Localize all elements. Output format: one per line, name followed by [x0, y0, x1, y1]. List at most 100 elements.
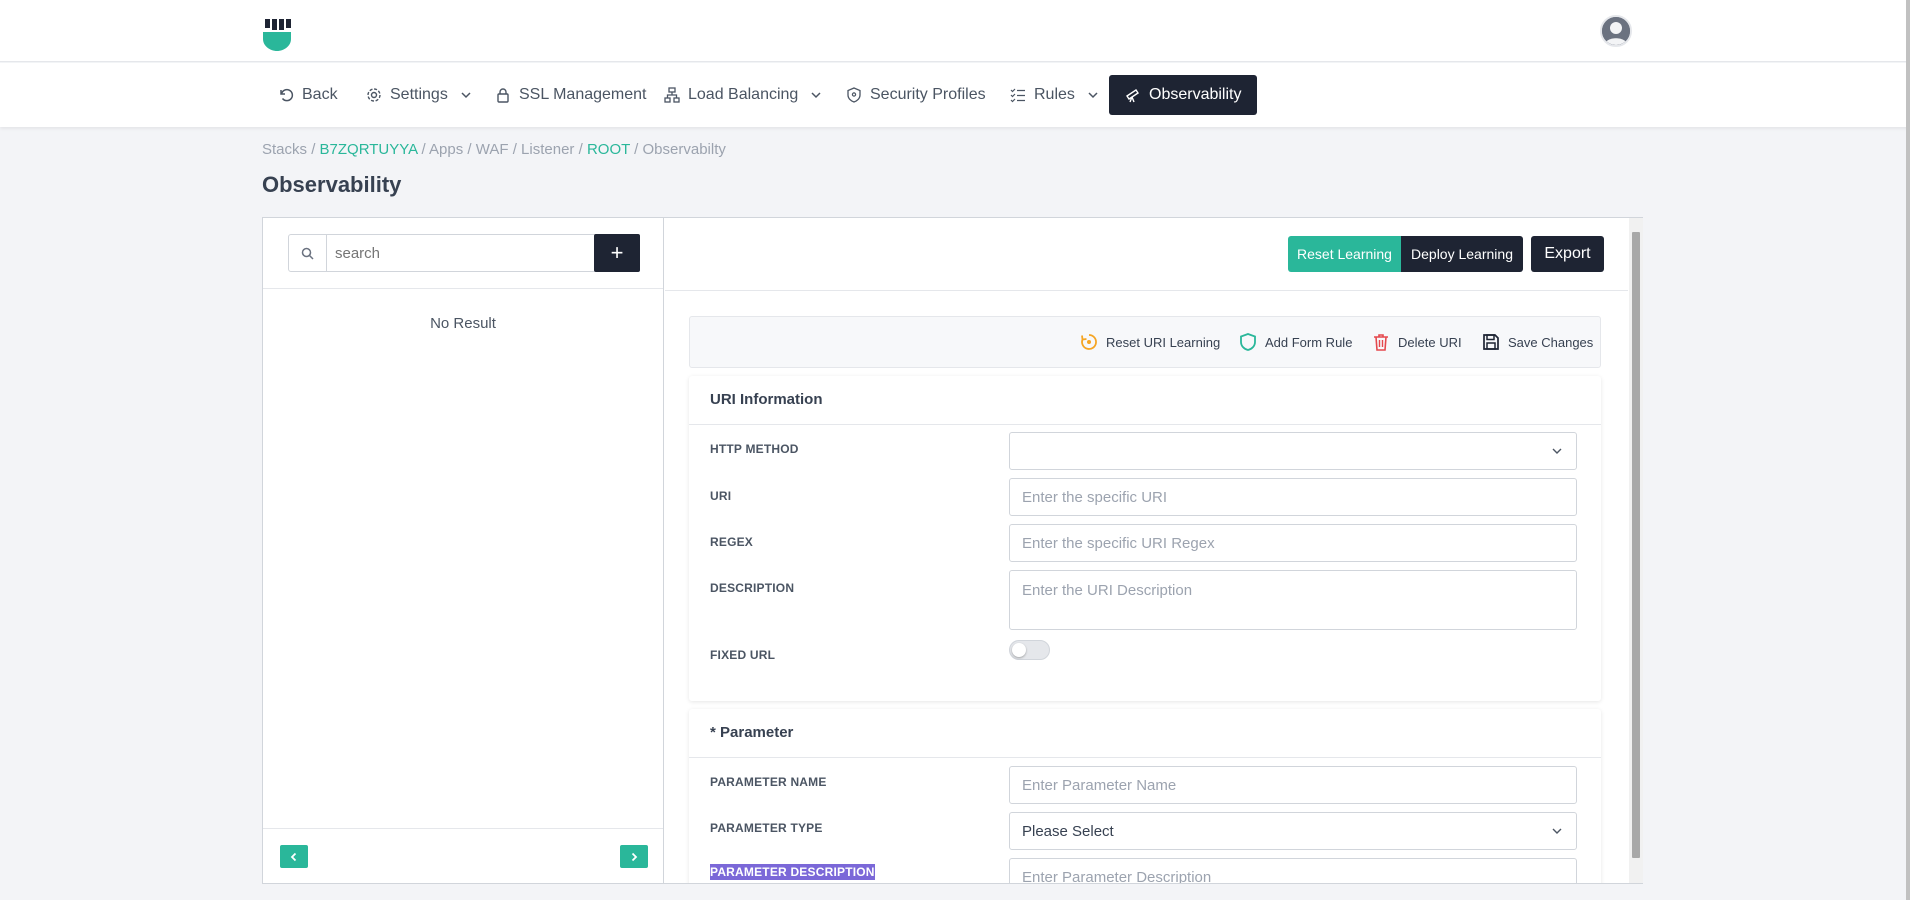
breadcrumb-stacks[interactable]: Stacks [262, 141, 307, 158]
breadcrumb-separator: / [578, 141, 583, 158]
selected-text: PARAMETER DESCRIPTION [710, 864, 875, 880]
breadcrumb-waf[interactable]: WAF [476, 141, 509, 158]
card-title: * Parameter [710, 724, 794, 741]
breadcrumb: Stacks / B7ZQRTUYYA / Apps / WAF / Liste… [262, 141, 726, 158]
divider [689, 424, 1601, 425]
nav-load-balancing-label: Load Balancing [688, 86, 799, 103]
nav-load-balancing[interactable]: Load Balancing [654, 75, 832, 115]
description-label: DESCRIPTION [710, 581, 795, 595]
description-textarea[interactable]: Enter the URI Description [1009, 570, 1577, 630]
breadcrumb-separator: / [512, 141, 517, 158]
breadcrumb-separator: / [467, 141, 472, 158]
chevron-down-icon [1552, 828, 1562, 834]
scroll-thumb[interactable] [1632, 232, 1640, 858]
nav-observability-label: Observability [1149, 86, 1242, 103]
parameter-name-label: PARAMETER NAME [710, 775, 827, 789]
uri-information-card: URI Information HTTP METHOD URI Enter th… [689, 376, 1601, 701]
regex-label: REGEX [710, 535, 754, 549]
regex-input[interactable]: Enter the specific URI Regex [1009, 524, 1577, 562]
parameter-type-select[interactable]: Please Select [1009, 812, 1577, 850]
breadcrumb-separator: / [634, 141, 639, 158]
http-method-label: HTTP METHOD [710, 442, 799, 456]
rules-icon [1010, 88, 1025, 103]
avatar-icon[interactable] [1600, 15, 1632, 47]
nav-ssl-label: SSL Management [519, 86, 647, 103]
parameter-description-input[interactable]: Enter Parameter Description [1009, 858, 1577, 883]
nav-rules[interactable]: Rules [1000, 75, 1109, 115]
uri-input[interactable]: Enter the specific URI [1009, 478, 1577, 516]
save-changes-button[interactable]: Save Changes [1481, 332, 1593, 352]
save-icon [1483, 334, 1499, 350]
parameter-name-input[interactable]: Enter Parameter Name [1009, 766, 1577, 804]
back-icon [280, 88, 294, 102]
trash-icon [1374, 334, 1388, 351]
search-input[interactable] [327, 235, 601, 271]
parameter-description-label: PARAMETER DESCRIPTION [710, 864, 875, 880]
deploy-learning-button[interactable]: Deploy Learning [1401, 236, 1523, 272]
breadcrumb-root[interactable]: ROOT [587, 141, 630, 158]
reset-learning-button[interactable]: Reset Learning [1288, 236, 1401, 272]
divider [665, 290, 1628, 291]
shield-check-icon [1240, 333, 1256, 351]
card-title: URI Information [710, 391, 823, 408]
uri-detail-panel: Reset Learning Deploy Learning Export Re… [665, 218, 1628, 883]
breadcrumb-listener[interactable]: Listener [521, 141, 574, 158]
save-changes-label: Save Changes [1508, 334, 1594, 350]
prev-page-button[interactable] [280, 845, 308, 868]
chevron-right-icon [631, 852, 638, 861]
divider [263, 828, 663, 829]
chevron-down-icon [1552, 448, 1562, 454]
main-nav: Back Settings SSL Management Load Balanc… [0, 63, 1910, 127]
search-box [288, 234, 602, 272]
uri-label: URI [710, 489, 732, 503]
no-result-text: No Result [430, 315, 496, 332]
breadcrumb-current: Observabilty [642, 141, 726, 158]
uri-toolbar: Reset URI Learning Add Form Rule Delete … [689, 316, 1601, 368]
network-icon [664, 87, 680, 103]
chevron-down-icon [461, 92, 471, 99]
reset-uri-learning-button[interactable]: Reset URI Learning [1079, 332, 1220, 352]
gear-icon [367, 88, 381, 102]
delete-uri-label: Delete URI [1398, 334, 1462, 350]
page-title: Observability [262, 172, 402, 197]
nav-back-label: Back [302, 86, 338, 103]
breadcrumb-stack-id[interactable]: B7ZQRTUYYA [320, 141, 418, 158]
reset-icon [1081, 334, 1097, 350]
add-form-rule-button[interactable]: Add Form Rule [1238, 332, 1352, 352]
search-icon [289, 235, 327, 271]
nav-rules-label: Rules [1034, 86, 1075, 103]
toggle-knob [1012, 643, 1026, 657]
logo-icon[interactable] [262, 19, 292, 51]
breadcrumb-separator: / [421, 141, 426, 158]
delete-uri-button[interactable]: Delete URI [1371, 332, 1462, 352]
nav-observability[interactable]: Observability [1109, 75, 1258, 115]
shield-icon [847, 87, 861, 103]
telescope-icon [1126, 89, 1139, 103]
fixed-url-toggle[interactable] [1009, 640, 1050, 660]
parameter-card: * Parameter PARAMETER NAME Enter Paramet… [689, 709, 1601, 883]
next-page-button[interactable] [620, 845, 648, 868]
nav-settings[interactable]: Settings [356, 75, 482, 115]
parameter-type-label: PARAMETER TYPE [710, 821, 823, 835]
nav-security-profiles-label: Security Profiles [870, 86, 986, 103]
fixed-url-label: FIXED URL [710, 648, 776, 662]
breadcrumb-separator: / [311, 141, 316, 158]
nav-ssl-management[interactable]: SSL Management [485, 75, 656, 115]
panel-scrollbar[interactable] [1629, 218, 1643, 883]
export-button[interactable]: Export [1531, 236, 1604, 272]
divider [689, 757, 1601, 758]
nav-back[interactable]: Back [268, 75, 348, 115]
chevron-down-icon [1088, 92, 1098, 99]
lock-icon [497, 88, 509, 103]
http-method-select[interactable] [1009, 432, 1577, 470]
add-form-rule-label: Add Form Rule [1265, 334, 1353, 350]
add-uri-button[interactable]: + [594, 234, 640, 272]
main-panel: + No Result Reset Learning Deploy Learni… [262, 217, 1643, 884]
breadcrumb-apps[interactable]: Apps [429, 141, 463, 158]
chevron-down-icon [811, 92, 821, 99]
window-scrollbar[interactable] [1906, 0, 1910, 900]
chevron-left-icon [290, 852, 297, 861]
reset-uri-learning-label: Reset URI Learning [1106, 334, 1221, 350]
top-bar [0, 0, 1910, 62]
nav-security-profiles[interactable]: Security Profiles [836, 75, 996, 115]
